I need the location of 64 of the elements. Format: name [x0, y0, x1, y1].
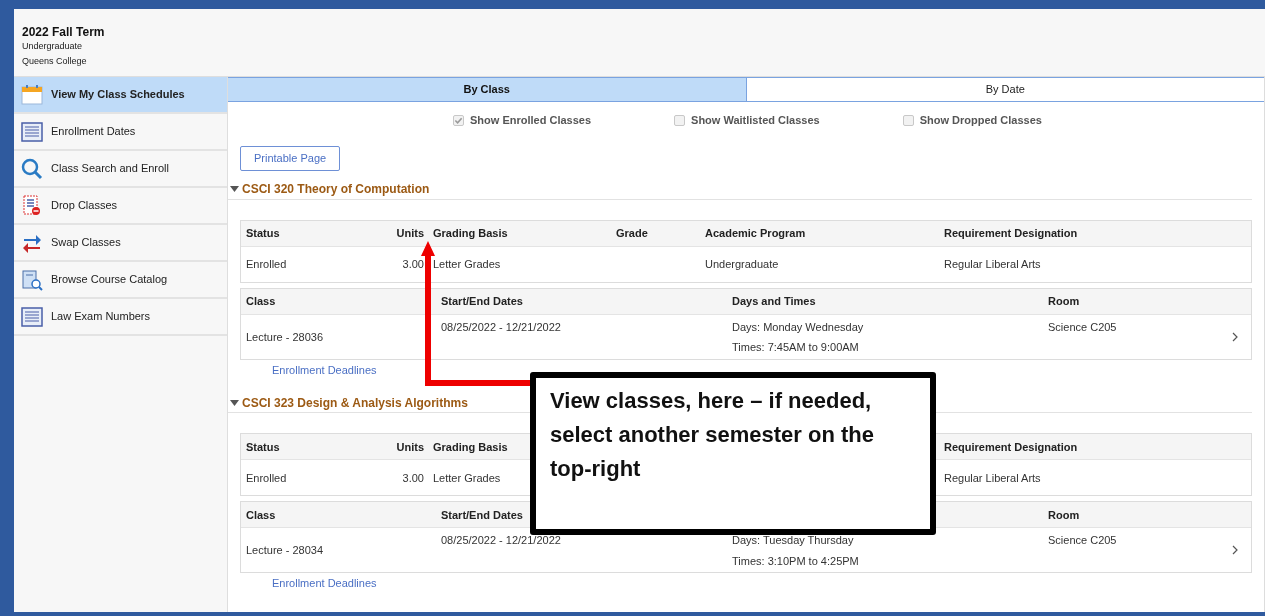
view-tab[interactable]: By Class	[228, 77, 746, 101]
table-cell-text: Times: 7:45AM to 9:00AM	[732, 340, 860, 356]
column-header: Grading Basis	[433, 439, 508, 455]
column-header: Grade	[616, 226, 648, 241]
list-icon	[21, 305, 43, 328]
checkbox-label: Show Dropped Classes	[919, 112, 1042, 128]
table-cell-text: Enrolled	[246, 257, 287, 272]
book-search-icon	[21, 268, 43, 291]
column-header: Class	[246, 294, 276, 309]
column-header: Units	[396, 226, 424, 241]
column-header: Requirement Designation	[944, 226, 1078, 241]
table-cell-text: Times: 3:10PM to 4:25PM	[732, 553, 860, 569]
column-header: Days and Times	[732, 294, 816, 309]
table-cell-text: 08/25/2022 - 12/21/2022	[441, 319, 561, 335]
table-cell-text: Regular Liberal Arts	[944, 470, 1041, 486]
table-cell-text: 3.00	[402, 257, 424, 272]
column-header: Start/End Dates	[441, 507, 523, 523]
career-label: Undergraduate	[22, 40, 84, 53]
table-cell-text: Science C205	[1048, 533, 1117, 549]
table-cell-text: Letter Grades	[433, 470, 501, 486]
table-cell-text: Regular Liberal Arts	[944, 257, 1041, 272]
column-header: Class	[246, 507, 276, 523]
collapse-caret-icon[interactable]	[230, 399, 239, 406]
checkbox-label: Show Waitlisted Classes	[691, 112, 820, 128]
table-cell-text: Science C205	[1048, 319, 1117, 335]
course-title[interactable]: CSCI 323 Design & Analysis Algorithms	[242, 393, 468, 412]
column-header: Units	[396, 439, 424, 455]
search-icon	[21, 157, 43, 180]
document-minus-icon	[21, 194, 43, 217]
enrollment-deadlines-link[interactable]: Enrollment Deadlines	[272, 575, 377, 592]
table-cell-text: Days: Tuesday Thursday	[732, 533, 855, 549]
enrollment-deadlines-link[interactable]: Enrollment Deadlines	[272, 361, 377, 379]
table-cell-text: Days: Monday Wednesday	[732, 319, 865, 335]
course-title[interactable]: CSCI 320 Theory of Computation	[242, 180, 430, 199]
table-cell-text: Enrolled	[246, 470, 287, 486]
checkbox[interactable]	[674, 114, 686, 126]
table-cell-text: Lecture - 28036	[246, 329, 325, 345]
view-tab[interactable]: By Date	[745, 77, 1264, 101]
column-header: Room	[1048, 294, 1080, 309]
term-title: 2022 Fall Term	[22, 25, 106, 39]
column-header: Requirement Designation	[944, 439, 1078, 455]
chevron-right-icon[interactable]	[1232, 331, 1238, 342]
sidebar-item[interactable]: View My Class Schedules	[14, 77, 227, 114]
column-header: Start/End Dates	[441, 294, 523, 309]
table-cell-text: 3.00	[402, 470, 424, 486]
checkbox[interactable]	[902, 114, 914, 126]
column-header: Status	[246, 439, 280, 455]
list-icon	[21, 120, 43, 143]
column-header: Academic Program	[705, 226, 806, 241]
institution-label: Queens College	[22, 55, 88, 68]
checkbox[interactable]	[453, 114, 464, 126]
column-header: Room	[1048, 507, 1080, 523]
table-cell-text: Lecture - 28034	[246, 543, 325, 558]
calendar-icon	[21, 83, 43, 106]
printable-page-button[interactable]: Printable Page	[240, 145, 341, 171]
chevron-right-icon[interactable]	[1232, 545, 1238, 556]
table-cell-text: Letter Grades	[433, 257, 501, 272]
checkbox-label: Show Enrolled Classes	[470, 112, 592, 128]
column-header: Status	[246, 226, 280, 241]
table-cell-text: Undergraduate	[705, 257, 779, 272]
table-cell-text: 08/25/2022 - 12/21/2022	[441, 533, 561, 549]
callout-text: View classes, here – if needed, select another semester on the top-right	[550, 387, 875, 483]
column-header: Grading Basis	[433, 226, 508, 241]
collapse-caret-icon[interactable]	[230, 186, 239, 193]
